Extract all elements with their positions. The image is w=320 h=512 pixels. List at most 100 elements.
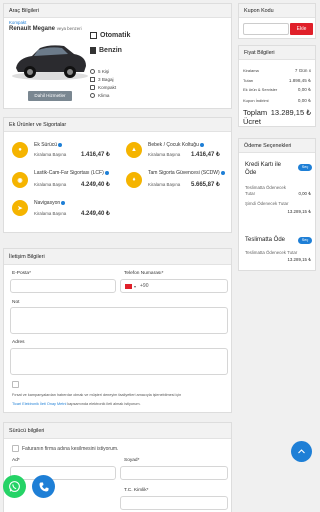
vehicle-category: Kompakt xyxy=(9,20,27,25)
scroll-top-button[interactable] xyxy=(291,441,312,462)
child-seat-icon: ▲ xyxy=(126,142,142,158)
spec-bags: 3 Bagaj xyxy=(90,75,116,83)
info-icon[interactable] xyxy=(61,200,66,205)
driver-icon: ● xyxy=(12,142,28,158)
extra-item[interactable]: ◉ Lastik-Cam-Far Sigortası (LCF) Kiralam… xyxy=(12,170,122,190)
note-field[interactable] xyxy=(10,307,228,334)
spec-ac: Klima xyxy=(90,91,116,99)
snowflake-icon xyxy=(90,92,95,98)
phone-icon xyxy=(39,482,48,491)
first-name-field[interactable] xyxy=(10,466,116,480)
tc-id-field[interactable] xyxy=(120,496,228,510)
price-row-coupon-value: 0,00 ₺ xyxy=(297,98,311,103)
delivery-payment-sub-value: 13.289,15 ₺ xyxy=(287,257,311,262)
vehicle-model-suffix: veya benzeri xyxy=(56,26,82,31)
pay-now-value: 13.289,15 ₺ xyxy=(287,209,311,214)
chevron-down-icon[interactable]: ▾ xyxy=(134,284,136,289)
extra-item-price-label: Kiralama Başına xyxy=(148,152,181,157)
transmission-value: Otomatik xyxy=(100,32,131,39)
consent-text: Fırsat ve kampanyalardan haberdar olmak … xyxy=(12,393,182,397)
info-icon[interactable] xyxy=(58,142,63,147)
vehicle-model-line: Renault Megane veya benzeri xyxy=(9,26,82,32)
extra-item-name: Bebek / Çocuk Koltuğu xyxy=(148,142,204,148)
invoice-checkbox[interactable] xyxy=(12,445,19,452)
spec-label: 5 Kişi xyxy=(98,68,110,74)
extra-item[interactable]: ➤ Navigasyon Kiralama Başına 4.249,40 ₺ xyxy=(12,198,122,218)
pay-now-label: Şimdi Ödenecek Tutar xyxy=(245,201,289,206)
consent-link[interactable]: Ticari Elektronik İleti Onay Metni xyxy=(12,402,66,406)
whatsapp-button[interactable] xyxy=(3,475,26,498)
extra-item-name: Tam Sigorta Güvencesi (SCDW) xyxy=(148,170,225,176)
extra-item-name: Navigasyon xyxy=(34,200,66,206)
surname-field[interactable] xyxy=(120,466,228,480)
delivery-payment-option-toggle[interactable]: Seç xyxy=(298,237,312,244)
email-field[interactable] xyxy=(10,279,116,293)
extra-item-name-text: Tam Sigorta Güvencesi (SCDW) xyxy=(148,170,220,176)
full-insurance-icon: ♦ xyxy=(126,172,142,188)
extra-item-name: Lastik-Cam-Far Sigortası (LCF) xyxy=(34,170,109,176)
phone-label: Telefon Numarası* xyxy=(124,271,164,276)
info-icon[interactable] xyxy=(104,170,109,175)
bag-icon xyxy=(90,76,95,82)
extra-item-price: 5.665,87 ₺ xyxy=(191,182,220,188)
car-icon xyxy=(90,84,95,90)
coupon-add-button[interactable]: Ekle xyxy=(290,23,313,35)
payment-card: Ödeme Seçenekleri Kredi Kartı ile Öde Se… xyxy=(238,138,316,271)
turkey-flag-icon[interactable] xyxy=(125,284,132,289)
included-services-button[interactable]: Dahil Hizmetler xyxy=(28,91,72,101)
spec-label: Klima xyxy=(98,92,110,98)
page: Araç Bilgileri Kompakt Renault Megane ve… xyxy=(0,0,319,512)
extras-card: Ek Ürünler ve Sigortalar ● Ek Sürücü Kir… xyxy=(3,117,232,233)
phone-field[interactable]: ▾ +90 xyxy=(120,279,228,293)
call-button[interactable] xyxy=(32,475,55,498)
fuel-value: Benzin xyxy=(99,47,122,54)
person-icon xyxy=(90,68,95,74)
total-value: 13.289,15 ₺ xyxy=(270,108,311,117)
extras-card-title: Ek Ürünler ve Sigortalar xyxy=(4,118,231,132)
extra-item[interactable]: ▲ Bebek / Çocuk Koltuğu Kiralama Başına … xyxy=(126,142,231,162)
coupon-card-title: Kupon Kodu xyxy=(239,4,315,18)
vehicle-specs: 5 Kişi 3 Bagaj Kompakt Klima xyxy=(90,67,116,99)
vehicle-card-title: Araç Bilgileri xyxy=(4,4,231,18)
extra-item-name: Ek Sürücü xyxy=(34,142,63,148)
extra-item[interactable]: ♦ Tam Sigorta Güvencesi (SCDW) Kiralama … xyxy=(126,170,231,190)
invoice-label: Faturanın firma adına kesilmesini istiyo… xyxy=(22,446,119,452)
credit-card-option-toggle[interactable]: Seç xyxy=(298,164,312,171)
extra-item-price: 1.416,47 ₺ xyxy=(81,152,110,158)
spec-class: Kompakt xyxy=(90,83,116,91)
driver-card-title: Sürücü bilgileri xyxy=(4,423,231,439)
address-field[interactable] xyxy=(10,348,228,375)
info-icon[interactable] xyxy=(220,170,225,175)
spec-label: Kompakt xyxy=(98,84,117,90)
extra-item-price: 4.249,40 ₺ xyxy=(81,211,110,217)
price-row-rental-label: Kiralama xyxy=(243,68,259,73)
total-label: Toplam Ücret xyxy=(243,108,268,126)
consent-checkbox[interactable] xyxy=(12,381,19,388)
spec-persons: 5 Kişi xyxy=(90,67,116,75)
address-label: Adres xyxy=(12,340,25,345)
consent-line-2: Ticari Elektronik İleti Onay Metni kapsa… xyxy=(12,402,227,406)
delivery-payment-sub-label: Teslimatta Ödenecek Tutar xyxy=(245,250,298,255)
price-card: Fiyat Bilgileri Kiralama 7 Gün x Tutarı … xyxy=(238,45,316,127)
price-row-rental-value: 7 Gün x xyxy=(294,68,311,73)
email-label: E-Posta* xyxy=(12,271,31,276)
coupon-input[interactable] xyxy=(243,23,289,35)
contact-card-title: İletişim Bilgileri xyxy=(4,249,231,265)
extra-item-name-text: Lastik-Cam-Far Sigortası (LCF) xyxy=(34,170,104,176)
price-row-coupon-label: Kupon İndirimi xyxy=(243,98,269,103)
extra-item-price: 1.416,47 ₺ xyxy=(191,152,220,158)
spec-label: 3 Bagaj xyxy=(98,76,114,82)
chevron-up-icon xyxy=(298,449,305,454)
extra-item-price-label: Kiralama Başına xyxy=(34,211,67,216)
extra-item[interactable]: ● Ek Sürücü Kiralama Başına 1.416,47 ₺ xyxy=(12,142,117,162)
extra-item-name-text: Ek Sürücü xyxy=(34,142,58,148)
delivery-payment-option-label: Teslimatta Öde xyxy=(245,237,286,243)
extra-item-price-label: Kiralama Başına xyxy=(34,152,67,157)
info-icon[interactable] xyxy=(199,142,204,147)
pay-later-value: 0,00 ₺ xyxy=(298,191,311,196)
extra-item-name-text: Navigasyon xyxy=(34,200,61,206)
gearbox-icon xyxy=(90,32,97,39)
note-label: Not xyxy=(12,300,20,305)
contact-card: İletişim Bilgileri E-Posta* Telefon Numa… xyxy=(3,248,232,413)
first-name-label: Ad* xyxy=(12,458,20,463)
